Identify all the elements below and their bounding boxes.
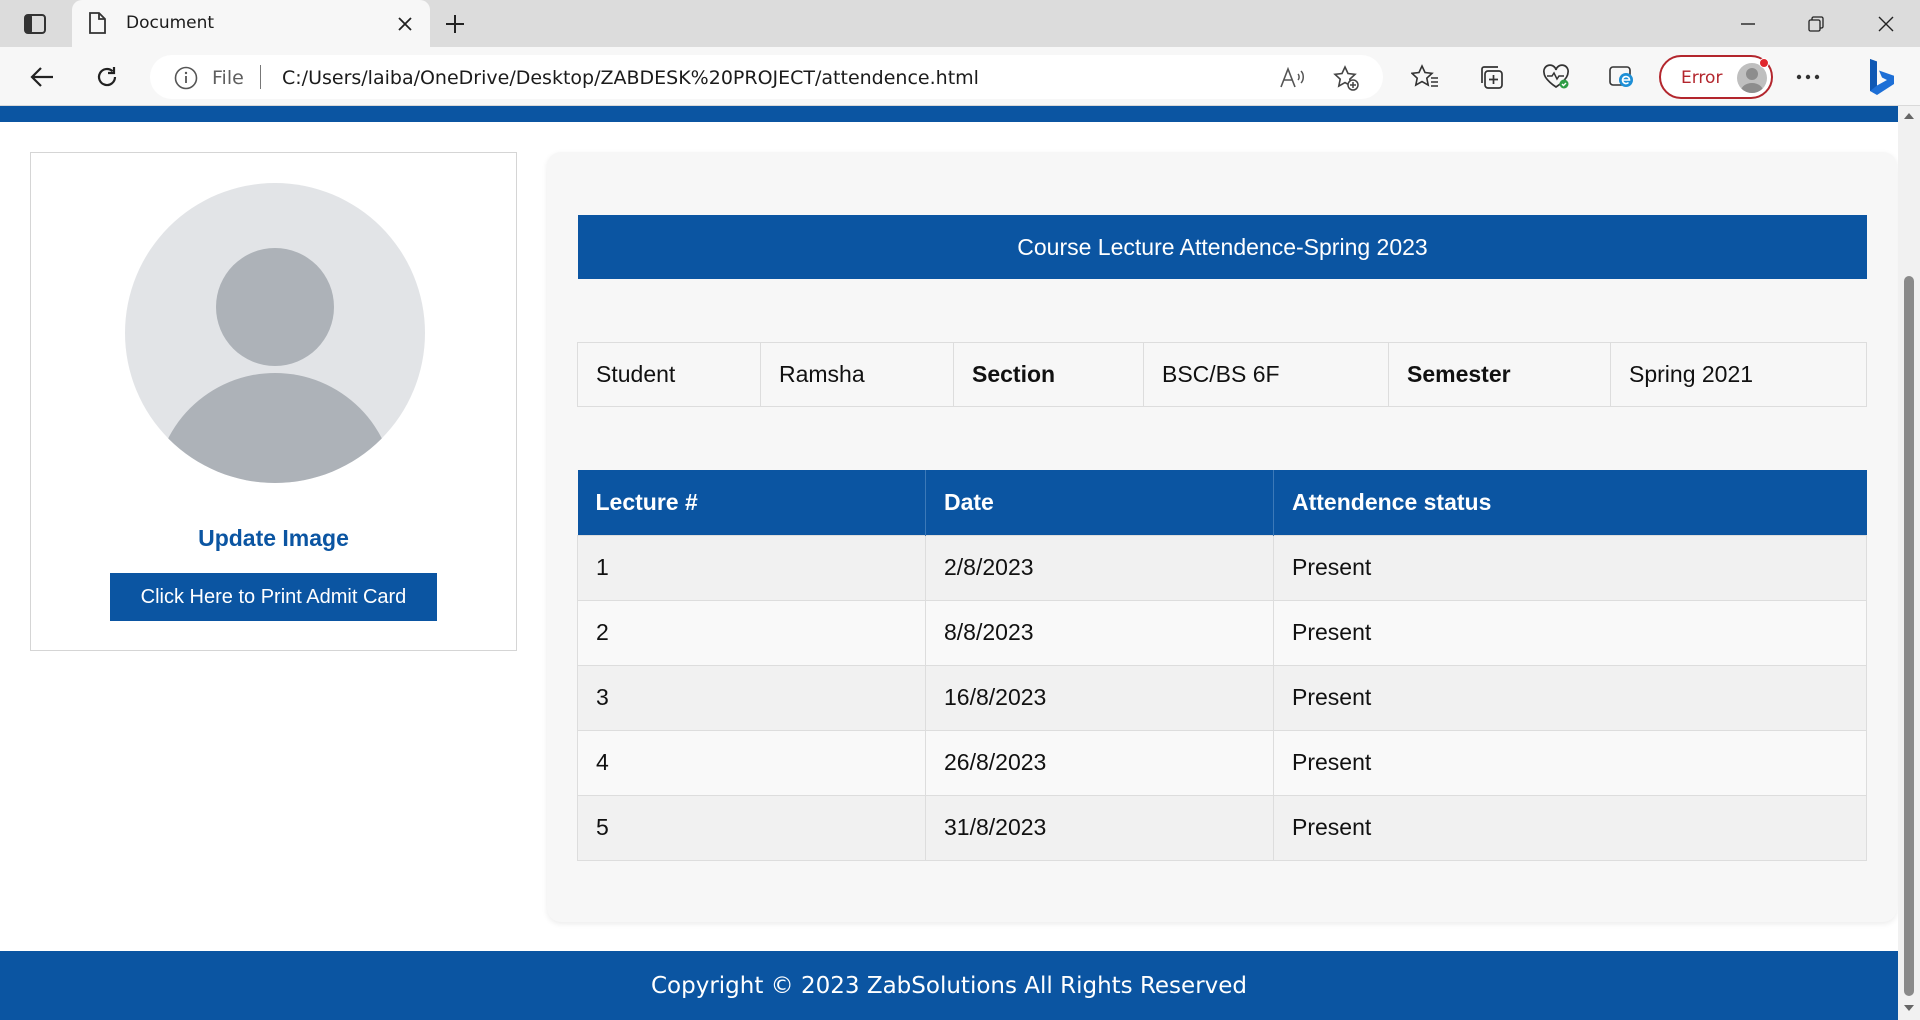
column-header-status: Attendence status [1273, 470, 1867, 535]
attendance-status: Present [1273, 534, 1867, 601]
browser-toolbar: File C:/Users/laiba/OneDrive/Desktop/ZAB… [0, 47, 1920, 106]
semester-label: Semester [1388, 342, 1611, 407]
semester-value: Spring 2021 [1610, 342, 1867, 407]
attendance-card: Course Lecture Attendence-Spring 2023 St… [547, 152, 1897, 922]
attendance-status: Present [1273, 729, 1867, 796]
back-arrow-icon[interactable] [24, 59, 60, 95]
scroll-down-arrow-icon[interactable] [1902, 1002, 1916, 1014]
lecture-number: 3 [577, 664, 926, 731]
tab-title: Document [126, 13, 215, 33]
lecture-date: 2/8/2023 [925, 534, 1274, 601]
lecture-date: 16/8/2023 [925, 664, 1274, 731]
address-separator [260, 65, 261, 89]
page-viewport: Update Image Click Here to Print Admit C… [0, 106, 1898, 1020]
read-aloud-icon[interactable] [1278, 64, 1306, 92]
update-image-link[interactable]: Update Image [31, 525, 516, 552]
favorites-icon[interactable] [1407, 59, 1443, 95]
column-header-date: Date [925, 470, 1274, 535]
attendance-table: Lecture # Date Attendence status 1 2/8/2… [577, 470, 1867, 861]
more-icon[interactable] [1790, 59, 1826, 95]
collections-icon[interactable] [1473, 59, 1509, 95]
lecture-number: 4 [577, 729, 926, 796]
lecture-date: 26/8/2023 [925, 729, 1274, 796]
lecture-number: 5 [577, 794, 926, 861]
add-favorite-icon[interactable] [1332, 64, 1360, 92]
scroll-thumb[interactable] [1904, 276, 1914, 996]
table-row: 3 16/8/2023 Present [577, 664, 1867, 731]
section-label: Section [953, 342, 1144, 407]
student-info-table: Student Ramsha Section BSC/BS 6F Semeste… [577, 342, 1867, 407]
lecture-number: 2 [577, 599, 926, 666]
heart-pulse-icon[interactable] [1538, 59, 1574, 95]
bing-copilot-icon[interactable] [1856, 53, 1904, 101]
lecture-number: 1 [577, 534, 926, 601]
table-row: 1 2/8/2023 Present [577, 534, 1867, 601]
attendance-header: Course Lecture Attendence-Spring 2023 [578, 215, 1867, 279]
section-value: BSC/BS 6F [1143, 342, 1389, 407]
table-row: 2 8/8/2023 Present [577, 599, 1867, 666]
close-icon[interactable] [392, 11, 418, 37]
info-icon[interactable] [174, 66, 198, 95]
browser-tab-bar: Document [0, 0, 1920, 47]
column-header-lecture: Lecture # [577, 470, 926, 535]
profile-button[interactable]: Error [1659, 55, 1773, 99]
address-scheme: File [212, 67, 244, 89]
page-scrollbar[interactable] [1898, 106, 1920, 1020]
lecture-date: 31/8/2023 [925, 794, 1274, 861]
ie-mode-icon[interactable] [1604, 59, 1640, 95]
profile-card: Update Image Click Here to Print Admit C… [30, 152, 517, 651]
attendance-status: Present [1273, 794, 1867, 861]
profile-status: Error [1681, 68, 1723, 88]
attendance-status: Present [1273, 664, 1867, 731]
plus-icon[interactable] [440, 9, 470, 39]
table-row: 4 26/8/2023 Present [577, 729, 1867, 796]
restore-icon[interactable] [1782, 0, 1850, 47]
header-strip [0, 106, 1898, 122]
page-footer: Copyright © 2023 ZabSolutions All Rights… [0, 951, 1898, 1020]
scroll-up-arrow-icon[interactable] [1902, 110, 1916, 122]
tab-document[interactable]: Document [72, 0, 430, 47]
user-avatar-icon [125, 183, 425, 483]
minimize-icon[interactable] [1714, 0, 1782, 47]
profile-alert-dot [1759, 58, 1769, 68]
table-row: 5 31/8/2023 Present [577, 794, 1867, 861]
url-text[interactable]: C:/Users/laiba/OneDrive/Desktop/ZABDESK%… [282, 67, 979, 89]
refresh-icon[interactable] [89, 59, 125, 95]
document-icon [88, 12, 106, 39]
attendance-status: Present [1273, 599, 1867, 666]
lecture-date: 8/8/2023 [925, 599, 1274, 666]
window-close-icon[interactable] [1852, 0, 1920, 47]
student-label: Student [577, 342, 761, 407]
student-value: Ramsha [760, 342, 954, 407]
tab-actions-icon[interactable] [18, 10, 52, 38]
address-bar[interactable]: File C:/Users/laiba/OneDrive/Desktop/ZAB… [150, 55, 1383, 99]
print-admit-card-button[interactable]: Click Here to Print Admit Card [110, 573, 437, 621]
attendance-header-row: Lecture # Date Attendence status [577, 470, 1867, 535]
